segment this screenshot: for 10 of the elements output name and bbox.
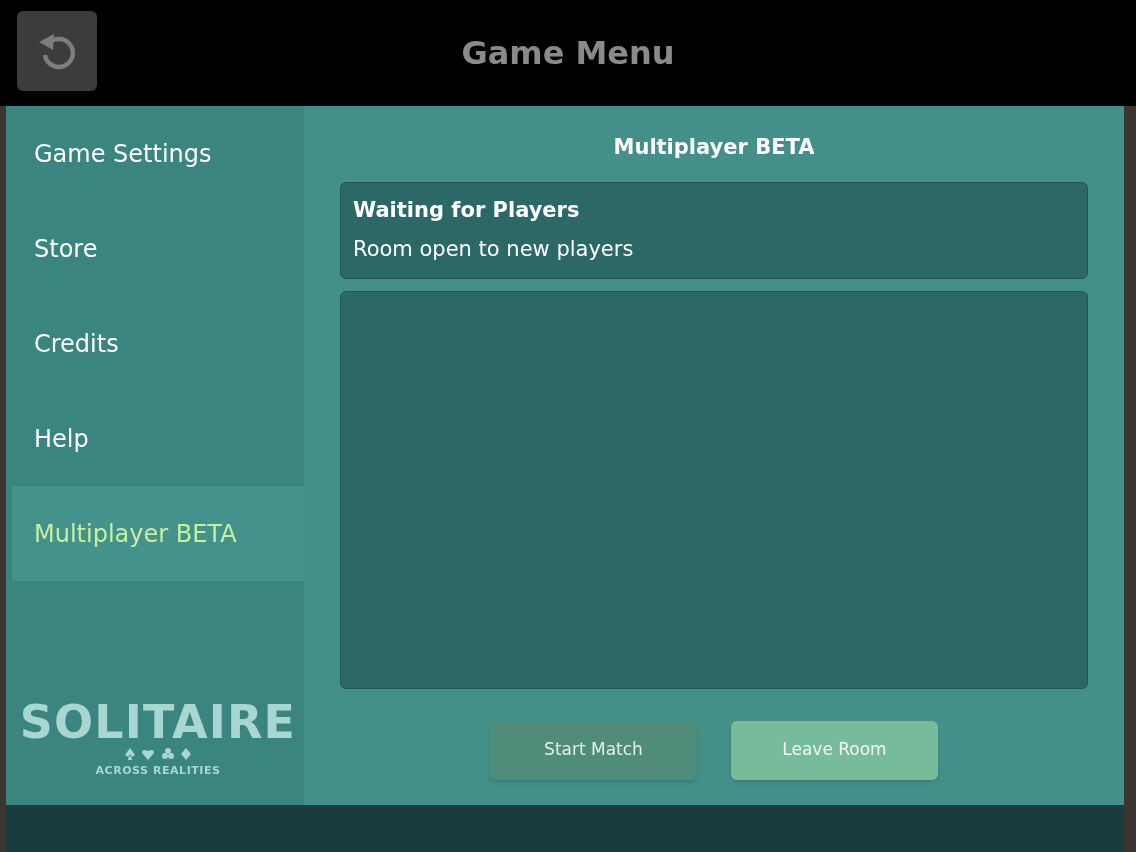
logo-title: SOLITAIRE	[19, 698, 297, 745]
card-suits-icon	[123, 746, 193, 761]
action-button[interactable]: Start Match	[490, 720, 697, 780]
status-message: Room open to new players	[353, 236, 635, 263]
back-button[interactable]	[17, 11, 97, 91]
window-title: Game Menu	[461, 33, 675, 74]
logo-subtitle: ACROSS REALITIES	[95, 762, 221, 779]
status-heading: Waiting for Players	[353, 196, 581, 224]
panel-title: Multiplayer BETA	[612, 134, 816, 161]
sidebar-item[interactable]: Multiplayer BETA	[12, 486, 304, 581]
